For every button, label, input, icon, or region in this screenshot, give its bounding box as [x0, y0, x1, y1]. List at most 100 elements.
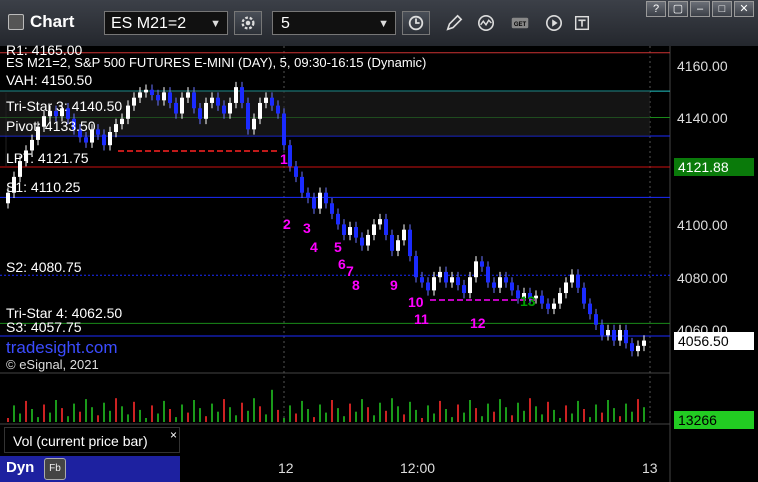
volume-bar: [601, 412, 603, 422]
count-label-5: 5: [334, 239, 342, 255]
volume-bar: [427, 405, 429, 422]
candle-body: [30, 139, 34, 151]
level-label-lpt: LPT: 4121.75: [6, 150, 89, 166]
volume-bar: [433, 413, 435, 422]
time-template-button[interactable]: [402, 11, 430, 35]
volume-bar: [367, 407, 369, 422]
candle-body: [504, 277, 508, 283]
candle-body: [288, 145, 292, 167]
y-tick-4100: 4100.00: [677, 217, 728, 233]
candle-body: [636, 345, 640, 352]
volume-bar: [235, 415, 237, 422]
candle-body: [228, 102, 232, 114]
y-tick-4140: 4140.00: [677, 110, 728, 126]
volume-bar: [211, 403, 213, 422]
volume-bar: [73, 403, 75, 422]
volume-bar: [565, 405, 567, 422]
minimize-button[interactable]: –: [690, 1, 710, 17]
volume-bar: [379, 402, 381, 422]
volume-bar: [127, 414, 129, 422]
volume-bar: [271, 389, 273, 422]
candle-body: [276, 105, 280, 114]
candle-body: [498, 277, 502, 288]
volume-bar: [277, 409, 279, 422]
draw-tool-button[interactable]: [440, 11, 468, 35]
volume-bar: [25, 400, 27, 422]
volume-bar: [199, 408, 201, 422]
candle-body: [546, 303, 550, 309]
volume-bar: [313, 417, 315, 422]
play-button[interactable]: [540, 11, 568, 35]
help-button[interactable]: ?: [646, 1, 666, 17]
volume-bar: [115, 398, 117, 422]
window-controls: ? ▢ – □ ✕: [646, 1, 754, 17]
volume-bar: [43, 404, 45, 422]
volume-study-label: Vol (current price bar): [4, 427, 180, 453]
volume-bar: [637, 399, 639, 422]
volume-bar: [349, 403, 351, 422]
get-icon: GET: [511, 17, 529, 29]
candle-body: [162, 92, 166, 101]
candle-body: [438, 271, 442, 278]
chart-toolbar: Chart ES M21=2 ▼ 5 ▼ GET ? ▢ – □ ✕: [0, 0, 758, 47]
volume-bars: [7, 389, 645, 422]
interval-value: 5: [281, 15, 290, 32]
candle-body: [312, 198, 316, 209]
count-label-12: 12: [470, 315, 486, 331]
volume-bar: [403, 414, 405, 422]
symbol-dropdown[interactable]: ES M21=2 ▼: [104, 11, 228, 35]
esignal-chart-window: Chart ES M21=2 ▼ 5 ▼ GET ? ▢ – □ ✕ 1 2 3…: [0, 0, 758, 482]
candle-body: [372, 224, 376, 235]
volume-bar: [595, 404, 597, 422]
close-study-icon[interactable]: ×: [170, 428, 177, 442]
close-button[interactable]: ✕: [734, 1, 754, 17]
volume-bar: [217, 411, 219, 422]
candle-body: [336, 213, 340, 225]
volume-bar: [97, 415, 99, 422]
candle-body: [240, 87, 244, 103]
volume-bar: [319, 404, 321, 422]
candle-body: [174, 102, 178, 114]
volume-bar: [505, 407, 507, 422]
volume-bar: [61, 408, 63, 422]
dynamic-mode-label[interactable]: Dyn: [6, 459, 34, 476]
candle-body: [420, 277, 424, 283]
count-label-11: 11: [414, 311, 429, 327]
candle-body: [480, 261, 484, 267]
candle-body: [222, 105, 226, 114]
volume-bar: [361, 399, 363, 422]
volume-bar: [337, 408, 339, 422]
candle-body: [210, 97, 214, 103]
chart-area[interactable]: 1 2 3 4 5 6 7 8 9 10 11 12 13 ES M21=2, S&P 500 FUTU…: [0, 42, 758, 482]
studies-button[interactable]: [472, 11, 500, 35]
volume-bar: [571, 413, 573, 422]
fibonacci-icon[interactable]: Fb: [44, 458, 66, 480]
link-button[interactable]: ▢: [668, 1, 688, 17]
volume-bar: [463, 412, 465, 422]
candle-body: [540, 295, 544, 304]
maximize-button[interactable]: □: [712, 1, 732, 17]
volume-bar: [55, 400, 57, 422]
volume-bar: [139, 409, 141, 422]
candle-body: [300, 176, 304, 193]
volume-bar: [151, 405, 153, 422]
volume-bar: [475, 408, 477, 422]
volume-bar: [265, 414, 267, 422]
candle-body: [492, 282, 496, 288]
candle-body: [270, 97, 274, 106]
get-data-button[interactable]: GET: [506, 11, 534, 35]
count-label-4: 4: [310, 239, 318, 255]
interval-dropdown[interactable]: 5 ▼: [272, 11, 396, 35]
x-tick-12: 12: [278, 460, 294, 476]
volume-bar: [163, 400, 165, 422]
candle-body: [456, 277, 460, 286]
text-tool-button[interactable]: [568, 11, 596, 35]
volume-bar: [541, 414, 543, 422]
copyright-text: © eSignal, 2021: [6, 357, 99, 372]
volume-bar: [553, 409, 555, 422]
volume-bar: [409, 401, 411, 422]
volume-bar: [445, 409, 447, 422]
candle-body: [132, 97, 136, 106]
settings-gear-button[interactable]: [234, 11, 262, 35]
candle-body: [330, 203, 334, 214]
